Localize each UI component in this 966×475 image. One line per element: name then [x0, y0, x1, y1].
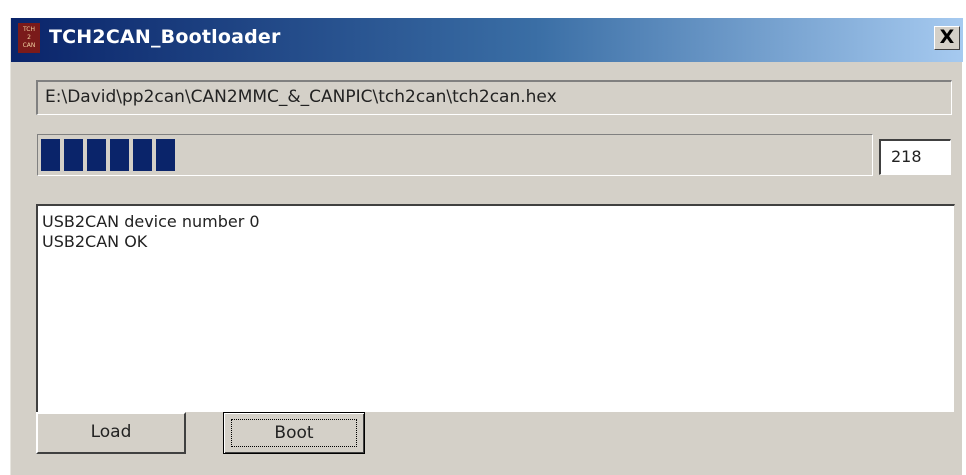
- app-icon: TCH 2 CAN: [18, 23, 40, 53]
- progress-bar: [37, 134, 873, 176]
- close-button[interactable]: X: [934, 26, 960, 50]
- load-button[interactable]: Load: [36, 412, 186, 454]
- boot-button-label: Boot: [231, 419, 357, 447]
- bootloader-window: TCH 2 CAN TCH2CAN_Bootloader X E:\David\pp…: [10, 18, 963, 475]
- progress-fill: [41, 139, 175, 171]
- progress-block: [64, 139, 83, 171]
- progress-count: 218: [879, 139, 951, 175]
- log-line: USB2CAN device number 0: [42, 212, 260, 231]
- progress-block: [133, 139, 152, 171]
- close-icon: X: [939, 26, 955, 48]
- log-line: USB2CAN OK: [42, 232, 148, 251]
- window-title: TCH2CAN_Bootloader: [49, 26, 281, 48]
- progress-block: [87, 139, 106, 171]
- progress-block: [156, 139, 175, 171]
- status-log[interactable]: USB2CAN device number 0 USB2CAN OK: [36, 204, 955, 413]
- progress-block: [110, 139, 129, 171]
- hex-file-path-field: E:\David\pp2can\CAN2MMC_&_CANPIC\tch2can…: [36, 80, 952, 115]
- title-bar[interactable]: TCH 2 CAN TCH2CAN_Bootloader X: [11, 18, 963, 62]
- progress-block: [41, 139, 60, 171]
- boot-button[interactable]: Boot: [223, 412, 365, 454]
